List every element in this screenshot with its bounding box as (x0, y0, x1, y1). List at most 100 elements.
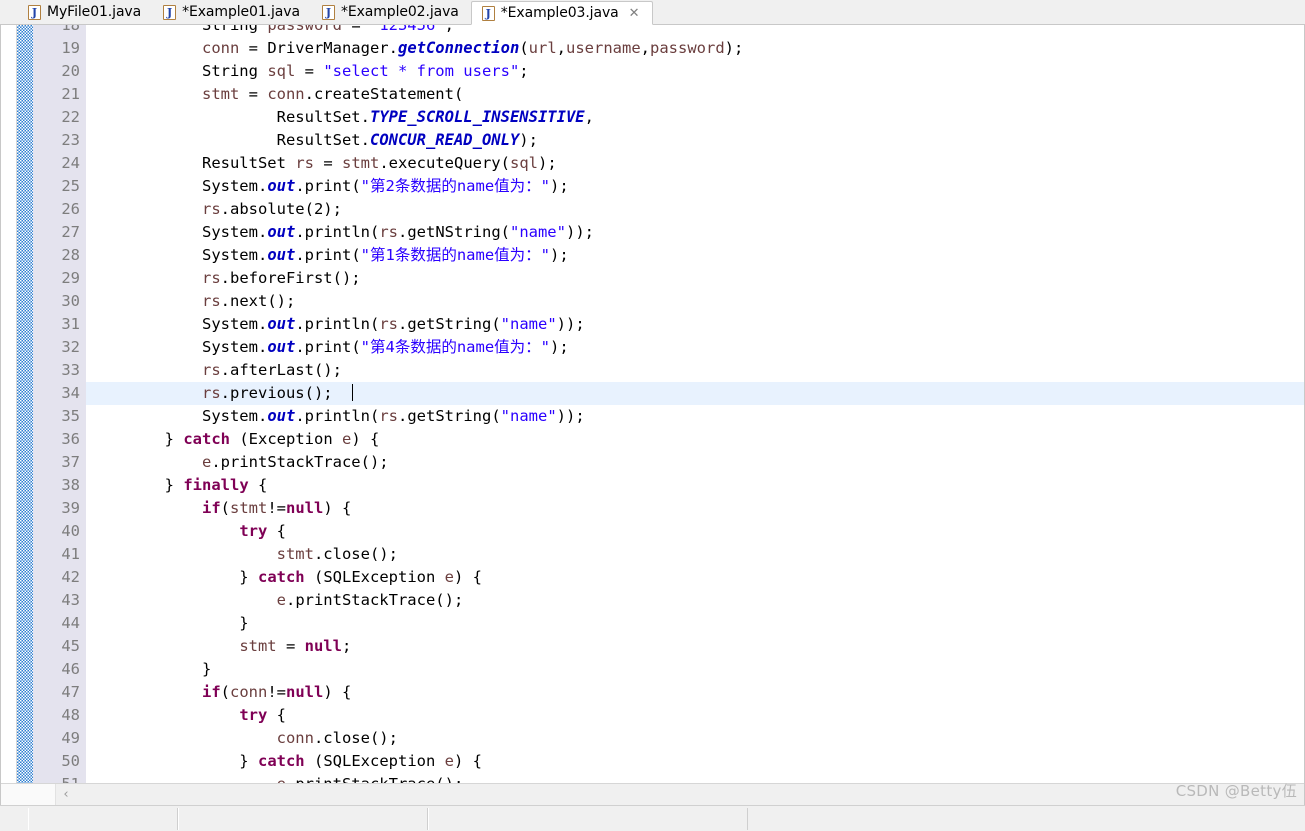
token-local: e (444, 568, 454, 586)
token-plain: . (360, 131, 370, 149)
token-type: DriverManager (267, 39, 389, 57)
eclipse-editor-window: MyFile01.java *Example01.java *Example02.j… (0, 0, 1305, 831)
token-plain: .print( (295, 177, 361, 195)
code-line[interactable]: String password = "123456"; (86, 25, 1304, 37)
annotation-ruler[interactable] (1, 25, 17, 783)
line-number: 26 (61, 200, 80, 218)
code-line[interactable]: stmt.close(); (86, 543, 1304, 566)
code-line[interactable]: rs.afterLast(); (86, 359, 1304, 382)
code-line[interactable]: } catch (Exception e) { (86, 428, 1304, 451)
code-line[interactable]: rs.next(); (86, 290, 1304, 313)
line-number: 28 (61, 246, 80, 264)
code-line[interactable]: } catch (SQLException e) { (86, 566, 1304, 589)
token-plain: } (90, 660, 212, 678)
token-type: String (201, 62, 258, 80)
code-line[interactable]: System.out.println(rs.getNString("name")… (86, 221, 1304, 244)
token-kw: finally (183, 476, 249, 494)
code-line[interactable]: stmt = null; (86, 635, 1304, 658)
editor-tab-0[interactable]: MyFile01.java (18, 0, 154, 24)
code-line[interactable]: try { (86, 704, 1304, 727)
token-plain: != (267, 683, 286, 701)
code-line[interactable]: String sql = "select * from users"; (86, 60, 1304, 83)
scroll-left-arrow-icon[interactable]: ‹ (56, 784, 76, 805)
token-local: url (528, 39, 557, 57)
token-field: out (267, 338, 296, 356)
token-type: Exception (248, 430, 333, 448)
code-line[interactable]: try { (86, 520, 1304, 543)
line-number: 25 (61, 177, 80, 195)
code-line[interactable]: rs.previous(); (86, 382, 1304, 405)
token-local: sql (509, 154, 538, 172)
token-plain: .printStackTrace(); (211, 453, 389, 471)
scrollbar-left-pad (1, 784, 56, 805)
editor-tab-2[interactable]: *Example02.java (311, 0, 471, 24)
code-line[interactable]: } (86, 658, 1304, 681)
token-plain: ( (304, 752, 324, 770)
editor-tab-3[interactable]: *Example03.java ✕ (470, 1, 653, 25)
editor-tab-1[interactable]: *Example01.java (153, 0, 312, 24)
line-number: 34 (61, 384, 80, 402)
line-number: 44 (61, 614, 80, 632)
code-line[interactable]: System.out.print("第4条数据的name值为："); (86, 336, 1304, 359)
line-number: 41 (61, 545, 80, 563)
code-line[interactable]: System.out.println(rs.getString("name"))… (86, 313, 1304, 336)
token-plain: = (276, 637, 305, 655)
token-plain: } (90, 430, 184, 448)
code-line[interactable]: stmt = conn.createStatement( (86, 83, 1304, 106)
line-number: 47 (61, 683, 80, 701)
horizontal-scrollbar[interactable]: ‹ (1, 783, 1304, 805)
close-icon[interactable]: ✕ (629, 7, 640, 20)
token-static: CONCUR_READ_ONLY (369, 131, 520, 149)
code-line[interactable]: e.printStackTrace(); (86, 773, 1304, 783)
token-str: " (540, 177, 550, 195)
token-local: stmt (201, 85, 240, 103)
code-line[interactable]: } (86, 612, 1304, 635)
code-line[interactable]: conn.close(); (86, 727, 1304, 750)
code-line[interactable]: e.printStackTrace(); (86, 589, 1304, 612)
token-type: System (201, 338, 258, 356)
code-line[interactable]: rs.beforeFirst(); (86, 267, 1304, 290)
code-line[interactable]: } catch (SQLException e) { (86, 750, 1304, 773)
scrollbar-track[interactable] (76, 784, 1304, 805)
code-line[interactable]: ResultSet rs = stmt.executeQuery(sql); (86, 152, 1304, 175)
token-plain: = (314, 154, 342, 172)
code-line[interactable]: System.out.println(rs.getString("name"))… (86, 405, 1304, 428)
java-file-icon (28, 4, 41, 21)
code-line[interactable]: System.out.print("第1条数据的name值为："); (86, 244, 1304, 267)
token-local: e (444, 752, 454, 770)
token-type: System (201, 223, 258, 241)
token-plain: . (257, 246, 268, 264)
code-line[interactable]: ResultSet.TYPE_SCROLL_INSENSITIVE, (86, 106, 1304, 129)
token-plain: )); (556, 407, 585, 425)
token-plain: ); (549, 246, 569, 264)
change-bar-indicator (17, 25, 33, 783)
token-local: e (276, 591, 286, 609)
token-plain: , (640, 39, 650, 57)
line-number: 35 (61, 407, 80, 425)
code-line[interactable]: if(conn!=null) { (86, 681, 1304, 704)
code-line[interactable]: ResultSet.CONCUR_READ_ONLY); (86, 129, 1304, 152)
code-line[interactable]: e.printStackTrace(); (86, 451, 1304, 474)
code-line[interactable]: if(stmt!=null) { (86, 497, 1304, 520)
token-local: password (650, 39, 725, 57)
token-local: rs (201, 361, 221, 379)
token-plain: . (257, 407, 268, 425)
token-kw: if (201, 683, 221, 701)
code-line[interactable]: } finally { (86, 474, 1304, 497)
code-area[interactable]: String password = "123456"; conn = Drive… (86, 25, 1304, 783)
editor-tab-label: *Example02.java (340, 4, 459, 20)
code-line[interactable]: System.out.print("第2条数据的name值为："); (86, 175, 1304, 198)
token-local: rs (201, 200, 221, 218)
token-type: System (201, 315, 258, 333)
line-number: 23 (61, 131, 80, 149)
code-line[interactable]: conn = DriverManager.getConnection(url,u… (86, 37, 1304, 60)
token-field: out (267, 315, 296, 333)
code-line[interactable]: rs.absolute(2); (86, 198, 1304, 221)
editor-tab-bar: MyFile01.java *Example01.java *Example02.j… (0, 0, 1305, 25)
